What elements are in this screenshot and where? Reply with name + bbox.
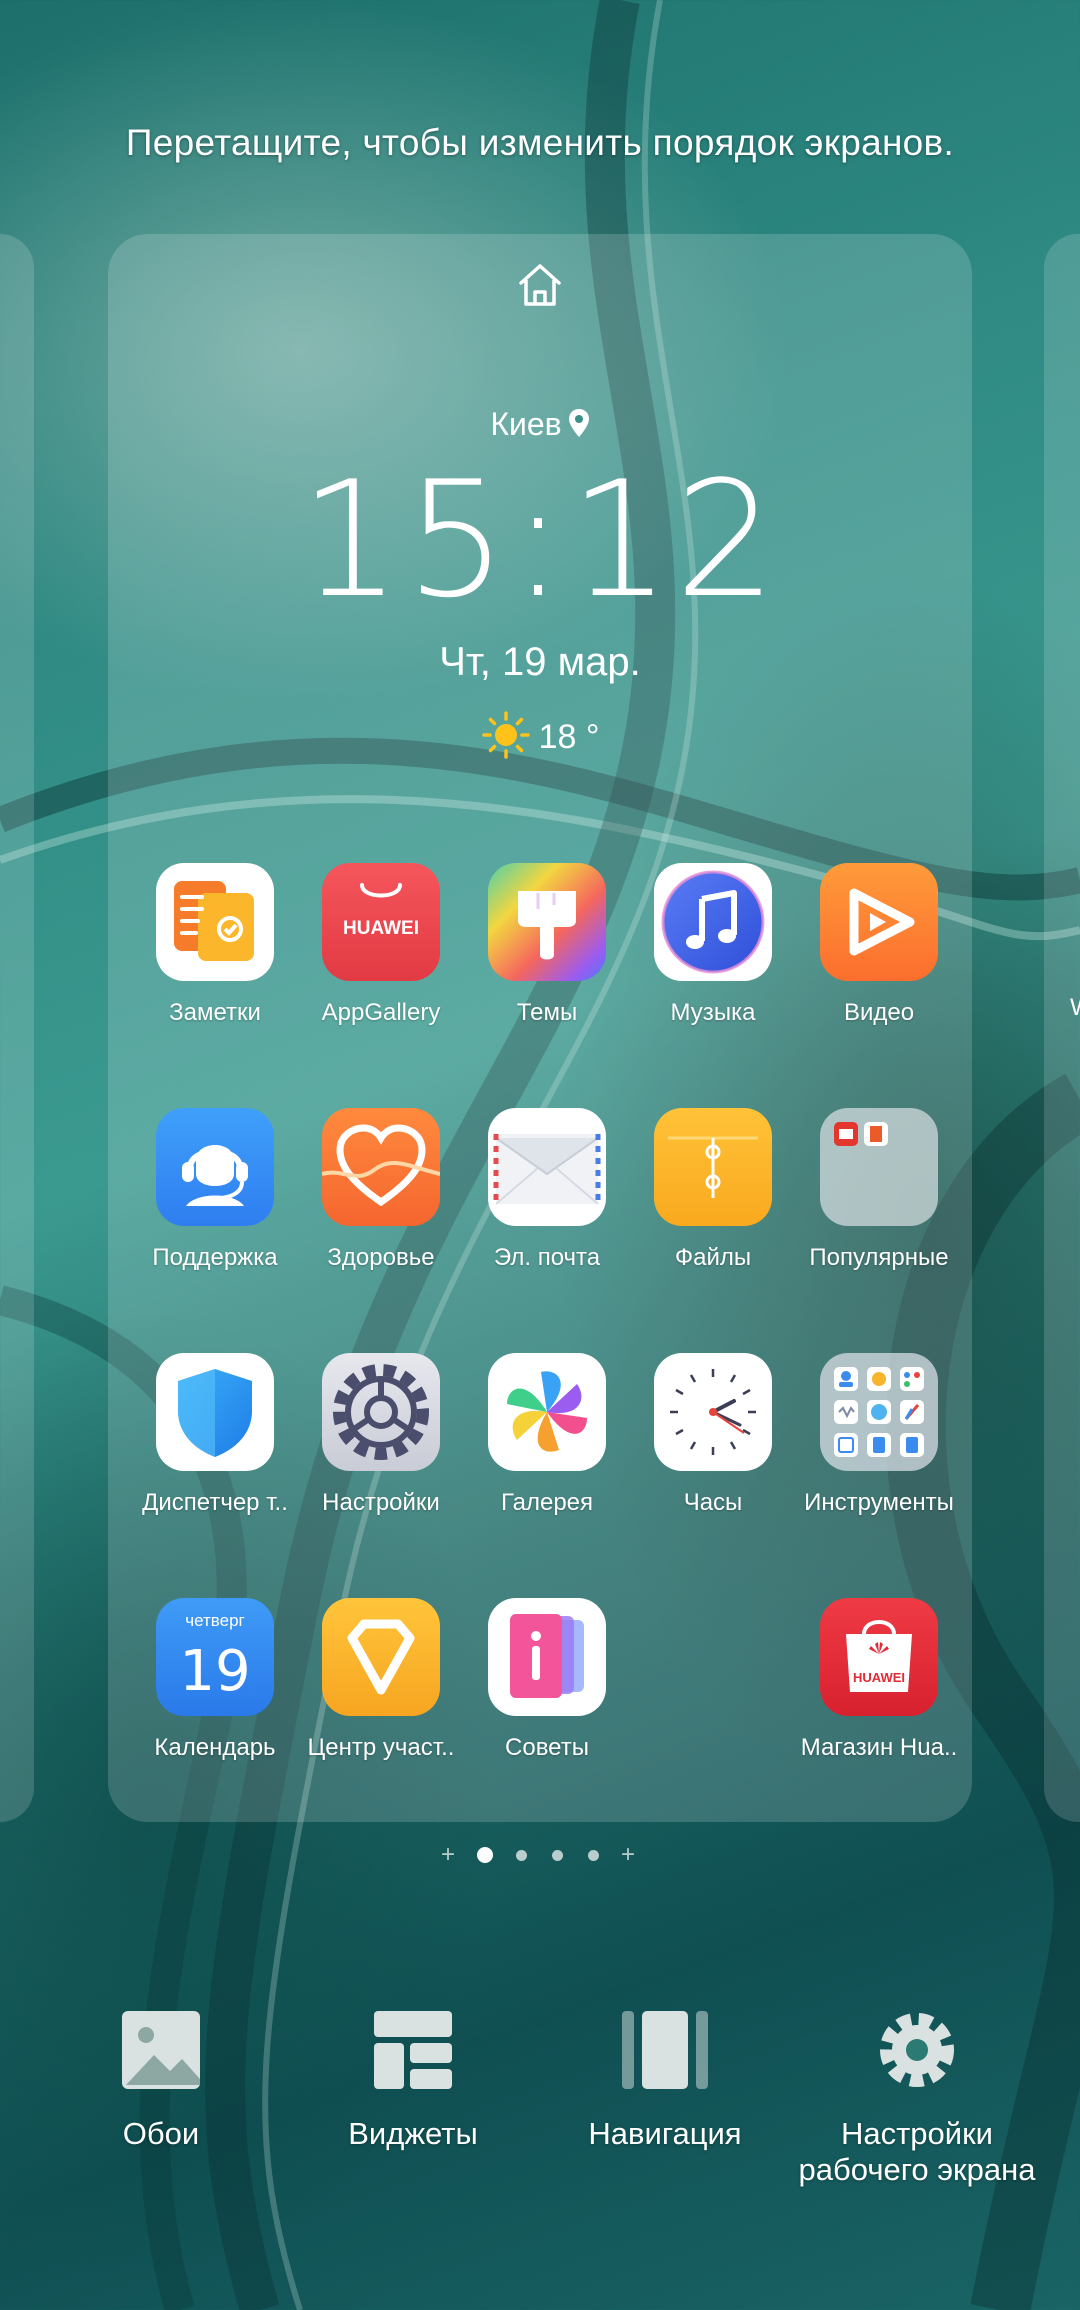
- store-icon-text: HUAWEI: [853, 1670, 905, 1685]
- sunny-weather-icon: [481, 711, 530, 759]
- support-headset-icon: [156, 1108, 274, 1226]
- add-page-right-icon[interactable]: +: [621, 1843, 635, 1867]
- appgallery-icon-text: HUAWEI: [343, 918, 419, 939]
- page-dot[interactable]: [516, 1850, 527, 1861]
- home-icon[interactable]: [513, 258, 567, 312]
- huawei-store-bag-icon: HUAWEI: [820, 1598, 938, 1716]
- page-dot[interactable]: [588, 1850, 599, 1861]
- app-label: Темы: [516, 999, 578, 1026]
- app-label: Заметки: [169, 999, 261, 1026]
- app-label: Календарь: [154, 1734, 276, 1761]
- calendar-weekday: четверг: [185, 1611, 244, 1630]
- clock-date: Чт, 19 мар.: [439, 640, 641, 684]
- tools-folder-icon: [820, 1353, 938, 1471]
- app-settings[interactable]: Настройки: [298, 1353, 464, 1517]
- app-label: Магазин Hua..: [800, 1734, 958, 1761]
- temperature: 18 °: [538, 718, 600, 756]
- widgets-icon: [374, 2011, 452, 2089]
- app-files[interactable]: Файлы: [630, 1108, 796, 1272]
- home-screen-settings-button[interactable]: Настройки рабочего экрана: [792, 2005, 1042, 2188]
- app-tips[interactable]: Советы: [464, 1598, 630, 1762]
- app-label: Настройки: [322, 1489, 440, 1516]
- health-heart-icon: [322, 1108, 440, 1226]
- add-page-left-icon[interactable]: +: [441, 1843, 455, 1867]
- folder-tools[interactable]: Инструменты: [796, 1353, 962, 1517]
- home-settings-gear-icon: [880, 2013, 954, 2087]
- app-member-center[interactable]: Центр участ..: [298, 1598, 464, 1762]
- wallpaper-button[interactable]: Обои: [36, 2005, 286, 2152]
- app-health[interactable]: Здоровье: [298, 1108, 464, 1272]
- next-screen-app-label: W: [1070, 994, 1080, 1022]
- app-email[interactable]: Эл. почта: [464, 1108, 630, 1272]
- gallery-pinwheel-icon: [488, 1353, 606, 1471]
- video-play-icon: [820, 863, 938, 981]
- notes-icon: [156, 863, 274, 981]
- bottom-label: Навигация: [588, 2116, 742, 2151]
- folder-popular[interactable]: Популярные: [796, 1108, 962, 1272]
- app-gallery[interactable]: Галерея: [464, 1353, 630, 1517]
- popular-folder-icon: [820, 1108, 938, 1226]
- app-label: Центр участ..: [307, 1734, 455, 1761]
- app-label: Диспетчер т..: [142, 1489, 288, 1516]
- app-label: Часы: [683, 1489, 743, 1516]
- app-label: Инструменты: [804, 1489, 954, 1516]
- home-screen-preview[interactable]: Киев 15:12 Чт, 19 мар. 18 ° Заметки HUAW…: [108, 234, 972, 1822]
- files-folder-icon: [654, 1108, 772, 1226]
- themes-brush-icon: [488, 863, 606, 981]
- app-support[interactable]: Поддержка: [132, 1108, 298, 1272]
- mail-envelope-icon: [488, 1108, 606, 1226]
- bottom-label: Виджеты: [348, 2116, 478, 2151]
- clock-icon: [654, 1353, 772, 1471]
- wallpaper-icon: [122, 2011, 200, 2089]
- app-calendar[interactable]: четверг 19 Календарь: [132, 1598, 298, 1762]
- app-label: Популярные: [809, 1244, 949, 1271]
- settings-gear-icon: [322, 1353, 440, 1471]
- next-screen-preview[interactable]: [1044, 234, 1080, 1822]
- app-label: Здоровье: [327, 1244, 435, 1271]
- calendar-icon: четверг 19: [156, 1598, 274, 1716]
- appgallery-icon: HUAWEI: [322, 863, 440, 981]
- app-label: Эл. почта: [493, 1244, 601, 1271]
- bottom-label: Настройки рабочего экрана: [798, 2116, 1036, 2187]
- music-note-icon: [654, 863, 772, 981]
- app-label: Видео: [843, 999, 915, 1026]
- app-label: Музыка: [670, 999, 756, 1026]
- clock-widget-city: Киев: [108, 406, 972, 443]
- calendar-day: 19: [179, 1639, 250, 1704]
- shield-icon: [156, 1353, 274, 1471]
- app-video[interactable]: Видео: [796, 863, 962, 1027]
- page-indicator[interactable]: + +: [0, 1843, 1080, 1867]
- app-label: Файлы: [674, 1244, 752, 1271]
- app-label: Галерея: [500, 1489, 594, 1516]
- app-label: Советы: [505, 1734, 589, 1761]
- app-appgallery[interactable]: HUAWEI AppGallery: [298, 863, 464, 1027]
- location-pin-icon: [568, 409, 589, 437]
- app-phone-manager[interactable]: Диспетчер т..: [132, 1353, 298, 1517]
- app-notes[interactable]: Заметки: [132, 863, 298, 1027]
- city-label: Киев: [490, 406, 562, 442]
- app-huawei-store[interactable]: HUAWEI Магазин Hua..: [796, 1598, 962, 1762]
- member-center-diamond-icon: [322, 1598, 440, 1716]
- app-themes[interactable]: Темы: [464, 863, 630, 1027]
- app-clock[interactable]: Часы: [630, 1353, 796, 1517]
- navigation-icon: [622, 2011, 708, 2089]
- app-label: AppGallery: [321, 999, 441, 1026]
- reorder-hint: Перетащите, чтобы изменить порядок экран…: [125, 122, 955, 163]
- navigation-button[interactable]: Навигация: [540, 2005, 790, 2152]
- app-music[interactable]: Музыка: [630, 863, 796, 1027]
- page-dot-active[interactable]: [477, 1847, 493, 1863]
- tips-icon: [488, 1598, 606, 1716]
- widgets-button[interactable]: Виджеты: [288, 2005, 538, 2152]
- clock-time: 15:12: [299, 446, 781, 633]
- weather-widget: 18 °: [108, 710, 972, 760]
- bottom-label: Обои: [122, 2116, 200, 2151]
- previous-screen-preview[interactable]: [0, 234, 34, 1822]
- page-dot[interactable]: [552, 1850, 563, 1861]
- app-label: Поддержка: [152, 1244, 278, 1271]
